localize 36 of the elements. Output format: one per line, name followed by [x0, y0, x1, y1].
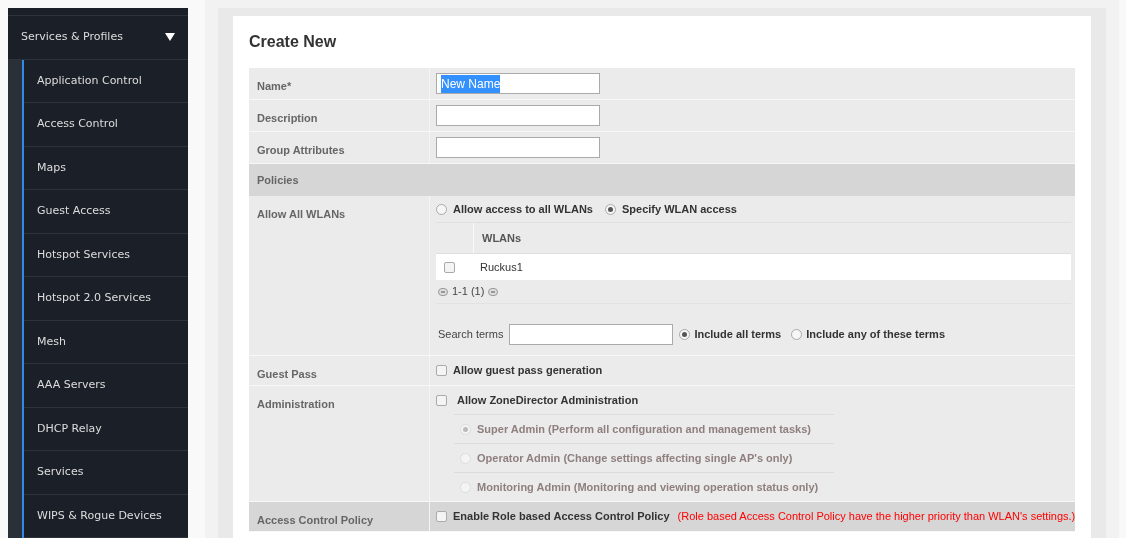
- field-label: Administration: [257, 398, 335, 410]
- section-heading: Policies: [257, 172, 299, 188]
- field-label: Guest Pass: [257, 368, 317, 380]
- pager-range: 1-1 (1): [452, 284, 485, 300]
- field-label: Access Control Policy: [257, 514, 374, 526]
- caret-down-icon: [165, 33, 175, 41]
- checkbox[interactable]: [444, 261, 455, 273]
- radio-label: Allow access to all WLANs: [453, 201, 593, 217]
- radio-label: Monitoring Admin (Monitoring and viewing operation status only): [477, 479, 819, 495]
- radio-label: Specify WLAN access: [622, 201, 737, 217]
- radio-button[interactable]: [605, 203, 616, 215]
- checkbox[interactable]: [436, 364, 447, 376]
- form-title: Create New: [249, 32, 337, 52]
- search-label: Search terms: [438, 326, 504, 342]
- checkbox-label: Enable Role based Access Control Policy: [453, 508, 670, 524]
- table-cell-text: Ruckus1: [479, 259, 523, 275]
- field-label: Allow All WLANs: [257, 208, 346, 220]
- field-label: Description: [257, 112, 318, 124]
- checkbox[interactable]: [436, 510, 447, 522]
- radio-button[interactable]: [791, 328, 803, 340]
- radio-label: Super Admin (Perform all configuration and management tasks): [477, 421, 811, 437]
- checkbox[interactable]: [436, 394, 447, 406]
- radio-label: Operator Admin (Change settings affecting single AP's only): [477, 450, 793, 466]
- radio-button[interactable]: [679, 328, 691, 340]
- checkbox-label: Allow guest pass generation: [453, 362, 603, 378]
- warning-note: (Role based Access Control Policy have the higher priority than WLAN's settings.): [677, 508, 1076, 524]
- radio-label: Include all terms: [694, 326, 782, 342]
- column-header: WLANs: [481, 230, 523, 246]
- text-field[interactable]: [509, 323, 674, 345]
- field-label: Group Attributes: [257, 144, 345, 156]
- field-label: Name*: [257, 80, 292, 92]
- text-field[interactable]: [436, 105, 600, 126]
- text-field[interactable]: [436, 137, 600, 158]
- radio-button[interactable]: [436, 203, 447, 215]
- radio-label: Include any of these terms: [806, 326, 945, 342]
- checkbox-label: Allow ZoneDirector Administration: [457, 392, 639, 408]
